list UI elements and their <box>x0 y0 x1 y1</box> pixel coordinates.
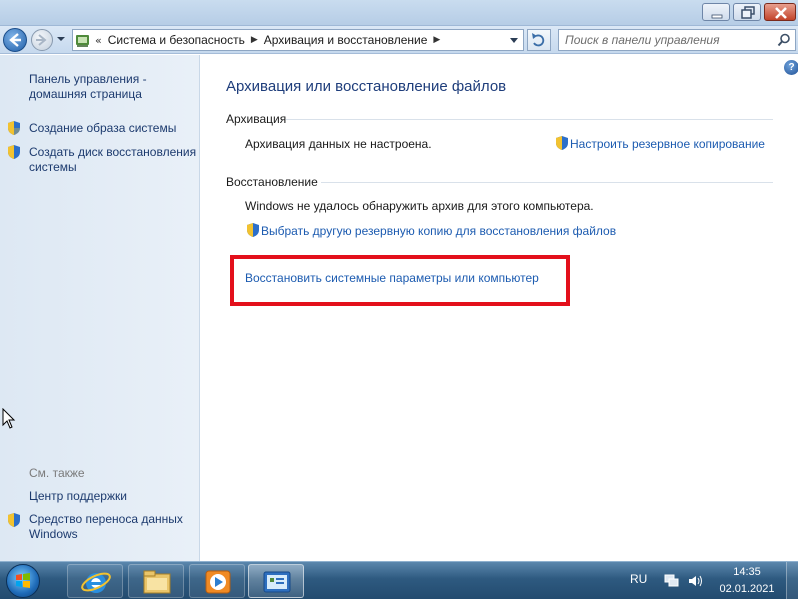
start-button[interactable] <box>6 564 40 598</box>
backup-status-text: Архивация данных не настроена. <box>245 137 432 151</box>
restore-section-heading: Восстановление <box>226 175 318 189</box>
sidebar-create-repair-disc[interactable]: Создать диск восстановления системы <box>29 145 197 175</box>
maximize-button[interactable] <box>733 3 761 21</box>
uac-shield-icon <box>8 513 20 527</box>
address-dropdown-icon[interactable] <box>509 37 519 45</box>
taskbar: RU 14:35 02.01.2021 <box>0 561 798 600</box>
clock-time[interactable]: 14:35 <box>712 566 782 578</box>
uac-shield-icon <box>556 136 568 150</box>
taskbar-control-panel[interactable] <box>248 564 304 598</box>
search-icon[interactable] <box>777 33 791 47</box>
sidebar-action-center[interactable]: Центр поддержки <box>29 489 197 504</box>
search-input[interactable] <box>565 33 765 47</box>
breadcrumb-backup-restore[interactable]: Архивация и восстановление <box>264 33 428 47</box>
windows-logo-icon <box>16 573 30 588</box>
windows-explorer-icon <box>143 570 171 594</box>
section-divider <box>321 182 773 183</box>
uac-shield-icon <box>8 121 20 135</box>
minimize-button[interactable] <box>702 3 730 21</box>
setup-backup-link[interactable]: Настроить резервное копирование <box>570 137 765 151</box>
select-another-backup-link[interactable]: Выбрать другую резервную копию для восст… <box>261 224 616 238</box>
taskbar-media-player[interactable] <box>189 564 245 598</box>
uac-shield-icon <box>247 223 259 237</box>
sidebar-home-link[interactable]: Панель управления - домашняя страница <box>29 72 197 102</box>
clock-date[interactable]: 02.01.2021 <box>712 583 782 595</box>
language-indicator[interactable]: RU <box>630 572 647 586</box>
breadcrumb[interactable]: « Система и безопасность ▶ Архивация и в… <box>72 29 524 51</box>
network-icon[interactable] <box>664 574 680 588</box>
tasks-pane: Панель управления - домашняя страница Со… <box>0 55 200 561</box>
mouse-cursor-icon <box>2 408 16 429</box>
see-also-heading: См. также <box>29 466 85 480</box>
taskbar-windows-explorer[interactable] <box>128 564 184 598</box>
media-player-icon <box>205 570 231 594</box>
search-box[interactable] <box>558 29 796 51</box>
window-titlebar <box>0 0 798 26</box>
backup-section-heading: Архивация <box>226 112 287 126</box>
minimize-icon <box>711 14 723 19</box>
address-bar: « Система и безопасность ▶ Архивация и в… <box>0 26 798 54</box>
internet-explorer-icon <box>81 572 111 593</box>
close-button[interactable] <box>764 3 796 21</box>
back-arrow-icon <box>9 33 21 47</box>
volume-icon[interactable] <box>687 574 703 588</box>
refresh-button[interactable] <box>527 29 551 51</box>
restore-system-link[interactable]: Восстановить системные параметры или ком… <box>245 271 539 285</box>
back-button[interactable] <box>3 28 27 52</box>
show-desktop-button[interactable] <box>786 562 798 600</box>
recent-pages-dropdown-icon[interactable] <box>56 34 66 44</box>
main-content: ? Архивация или восстановление файлов Ар… <box>201 55 798 561</box>
forward-button[interactable] <box>31 29 53 51</box>
breadcrumb-separator-icon[interactable]: ▶ <box>251 35 258 45</box>
forward-arrow-icon <box>36 34 47 46</box>
page-title: Архивация или восстановление файлов <box>226 78 507 95</box>
control-panel-icon <box>76 35 89 47</box>
close-icon <box>775 7 787 19</box>
taskbar-internet-explorer[interactable] <box>67 564 123 598</box>
refresh-icon <box>532 33 545 47</box>
breadcrumb-system-security[interactable]: Система и безопасность <box>108 33 245 47</box>
uac-shield-icon <box>8 145 20 159</box>
breadcrumb-separator-icon[interactable]: ▶ <box>433 35 440 45</box>
restore-status-text: Windows не удалось обнаружить архив для … <box>245 199 594 213</box>
breadcrumb-more[interactable]: « <box>95 34 102 47</box>
section-divider <box>286 119 773 120</box>
sidebar-easy-transfer[interactable]: Средство переноса данных Windows <box>29 512 197 542</box>
sidebar-create-system-image[interactable]: Создание образа системы <box>29 121 197 136</box>
control-panel-icon <box>263 571 291 593</box>
help-icon[interactable]: ? <box>784 60 798 75</box>
restore-icon <box>741 6 755 19</box>
